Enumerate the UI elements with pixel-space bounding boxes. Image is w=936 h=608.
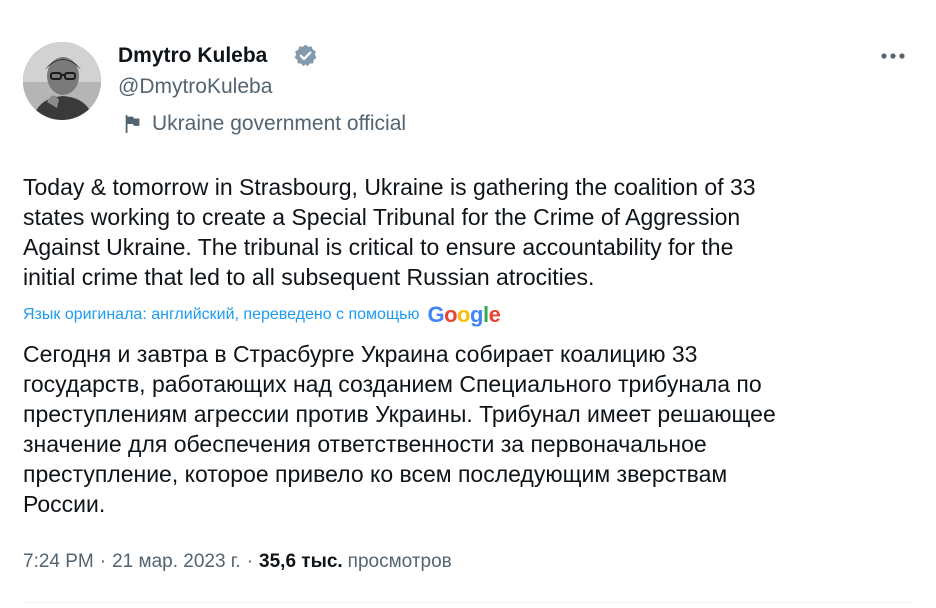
flag-icon [125, 114, 140, 134]
translated-text-line: значение для обеспечения ответственности… [23, 431, 707, 457]
government-label: Ukraine government official [122, 110, 406, 138]
tweet-time[interactable]: 7:24 PM [23, 551, 94, 573]
verified-badge-icon[interactable] [293, 43, 318, 68]
meta-separator: · [99, 551, 107, 572]
government-label-text: Ukraine government official [152, 112, 407, 135]
tweet-text-line: Against Ukraine. The tribunal is critica… [23, 234, 734, 260]
translated-text-line: преступление, которое привело ко всем по… [23, 461, 728, 487]
views-label: просмотров [347, 551, 452, 572]
tweet: Dmytro Kuleba @DmytroKuleba Ukraine gove… [0, 0, 936, 608]
translated-text-line: государств, работающих над созданием Спе… [23, 371, 762, 397]
google-logo: Google [427, 302, 501, 327]
tweet-text: Today & tomorrow in Strasbourg, Ukraine … [23, 172, 923, 292]
tweet-text-line: initial crime that led to all subsequent… [23, 264, 595, 290]
tweet-date[interactable]: 21 мар. 2023 г. [112, 551, 241, 573]
user-handle[interactable]: @DmytroKuleba [118, 73, 272, 101]
more-dots-icon [881, 53, 905, 59]
divider [23, 602, 913, 603]
views-count: 35,6 тыс. [259, 551, 343, 572]
tweet-text-line: Today & tomorrow in Strasbourg, Ukraine … [23, 174, 756, 200]
avatar-photo [23, 42, 101, 120]
translated-text-line: преступлениям агрессии против Украины. Т… [23, 401, 776, 427]
display-name[interactable]: Dmytro Kuleba [118, 42, 267, 70]
tweet-text-line: states working to create a Special Tribu… [23, 204, 741, 230]
more-button[interactable] [878, 44, 908, 68]
translated-text-line: Сегодня и завтра в Страсбурге Украина со… [23, 341, 698, 367]
translation-note-link[interactable]: Язык оригинала: английский, переведено с… [23, 306, 419, 324]
translation-attribution: Язык оригинала: английский, переведено с… [23, 301, 501, 329]
meta-separator: · [246, 551, 254, 572]
avatar[interactable] [23, 42, 101, 120]
translated-text-line: России. [23, 491, 106, 517]
tweet-meta: 7:24 PM · 21 мар. 2023 г. · 35,6 тыс. пр… [23, 551, 452, 579]
translated-text: Сегодня и завтра в Страсбурге Украина со… [23, 339, 923, 519]
